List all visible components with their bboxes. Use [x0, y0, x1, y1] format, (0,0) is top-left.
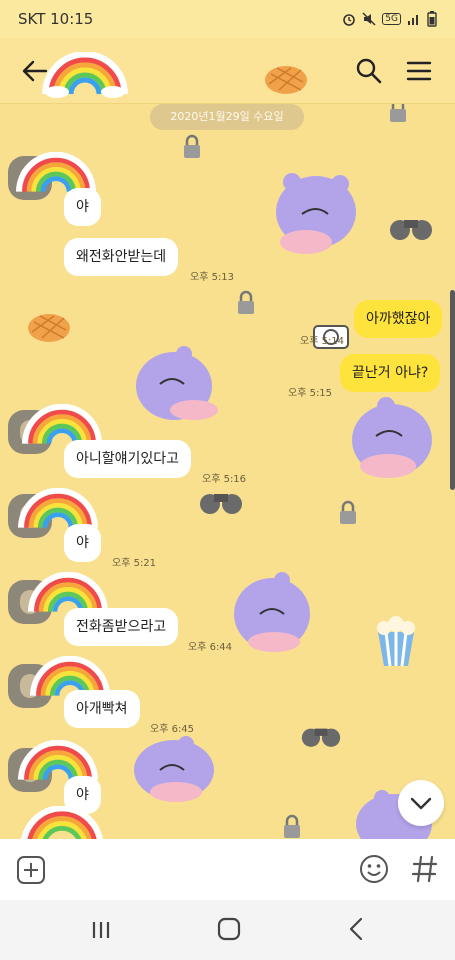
message-bubble-mine[interactable]: 아까했잖아 — [354, 300, 443, 338]
signal-icon — [408, 15, 418, 25]
message-time: 오후 5:15 — [288, 388, 333, 399]
battery-icon — [427, 11, 437, 27]
hippo-decoration-icon — [352, 397, 432, 478]
message-time: 오후 5:16 — [202, 474, 247, 485]
system-navigation-bar — [0, 900, 455, 960]
lock-icon — [390, 104, 406, 122]
binoculars-icon — [390, 220, 432, 240]
rainbow-profile-sticker — [21, 806, 103, 839]
recents-icon[interactable] — [86, 916, 116, 944]
chat-area[interactable]: 2020년1월29일 수요일 야 왜전화안받는데 오후 5:13 오후 5:14… — [0, 104, 455, 839]
alarm-icon — [343, 14, 356, 26]
mute-icon — [362, 12, 376, 26]
hippo-decoration-icon — [234, 572, 310, 652]
hippo-decoration-icon — [136, 346, 218, 420]
emoticon-icon[interactable] — [358, 853, 390, 885]
hippo-decoration-icon — [134, 736, 214, 802]
binoculars-icon — [301, 728, 341, 747]
status-bar: SKT 10:15 5G — [0, 0, 455, 38]
message-time: 오후 6:45 — [150, 724, 195, 735]
search-icon[interactable] — [354, 56, 384, 86]
message-time: 오후 5:21 — [112, 558, 157, 569]
status-icons: 5G — [342, 11, 437, 27]
network-badge: 5G — [382, 13, 401, 25]
message-time: 오후 5:14 — [300, 336, 345, 347]
menu-icon[interactable] — [404, 56, 434, 86]
back-icon[interactable] — [342, 914, 372, 944]
lock-icon — [184, 134, 200, 158]
message-bubble[interactable]: 야 — [64, 188, 101, 226]
message-bubble[interactable]: 야 — [64, 524, 101, 562]
lock-icon — [340, 500, 356, 524]
popcorn-icon — [377, 616, 415, 667]
message-time: 오후 5:13 — [190, 272, 235, 283]
lock-icon — [284, 814, 300, 838]
message-input-bar[interactable] — [0, 839, 455, 900]
carrier-time: SKT 10:15 — [18, 10, 94, 28]
date-divider: 2020년1월29일 수요일 — [150, 104, 304, 130]
melonpan-decoration-icon — [265, 66, 307, 94]
rainbow-profile-sticker — [42, 52, 128, 98]
hippo-decoration-icon — [276, 173, 356, 254]
chevron-down-icon — [410, 797, 432, 810]
plus-icon[interactable] — [16, 855, 46, 885]
message-bubble[interactable]: 아니할얘기있다고 — [64, 440, 192, 478]
melonpan-decoration-icon — [28, 314, 70, 342]
message-time: 오후 6:44 — [188, 642, 233, 653]
scroll-to-bottom-button[interactable] — [398, 780, 444, 826]
lock-icon — [238, 290, 254, 314]
message-bubble[interactable]: 아개빡쳐 — [64, 690, 140, 728]
hash-icon[interactable] — [410, 853, 440, 885]
message-bubble[interactable]: 왜전화안받는데 — [64, 238, 179, 276]
binoculars-icon — [200, 494, 242, 514]
chat-header — [0, 38, 455, 104]
scrollbar[interactable] — [450, 290, 455, 490]
message-bubble[interactable]: 전화좀받으라고 — [64, 608, 179, 646]
message-bubble-mine[interactable]: 끝난거 아냐? — [340, 354, 441, 392]
home-icon[interactable] — [214, 914, 244, 944]
